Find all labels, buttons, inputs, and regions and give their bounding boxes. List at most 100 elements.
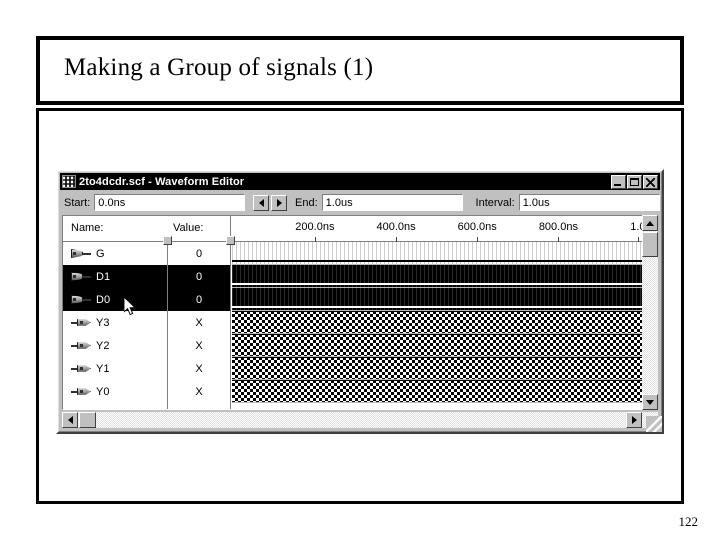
ruler-tick-label: 800.0ns [538, 221, 578, 233]
resize-grip[interactable] [646, 416, 662, 432]
signal-waveform [232, 311, 657, 334]
minimize-icon [614, 183, 621, 186]
signal-name-cell[interactable]: G [63, 242, 168, 265]
step-back-button[interactable] [253, 194, 270, 211]
scroll-right-button[interactable] [626, 412, 642, 428]
maximize-button[interactable] [627, 174, 642, 189]
window-controls [611, 174, 658, 189]
output-pin-icon [71, 317, 91, 328]
interval-input[interactable]: 1.0us [518, 194, 661, 211]
close-button[interactable] [643, 174, 658, 189]
signal-waveform [232, 380, 657, 403]
vertical-scrollbar-thumb[interactable] [642, 232, 658, 257]
signal-name-cell[interactable]: Y2 [63, 334, 168, 357]
waveform-editor-window: 2to4dcdr.scf - Waveform Editor Start: 0.… [56, 169, 664, 434]
signal-name-cell[interactable]: D1 [63, 265, 168, 288]
arrow-down-icon [646, 399, 654, 405]
signal-row[interactable]: Y1 X [63, 357, 657, 380]
horizontal-scrollbar[interactable] [62, 412, 658, 428]
signal-name-cell[interactable]: Y1 [63, 357, 168, 380]
signal-value-cell: 0 [195, 247, 203, 260]
horizontal-scrollbar-thumb[interactable] [79, 412, 96, 428]
end-input[interactable]: 1.0us [321, 194, 463, 211]
arrow-left-icon [67, 416, 73, 424]
input-pin-icon [71, 248, 91, 259]
arrow-left-icon [258, 198, 264, 207]
window-titlebar[interactable]: 2to4dcdr.scf - Waveform Editor [60, 173, 660, 190]
start-label: Start: [64, 196, 91, 209]
waveform-editor-icon [62, 175, 76, 188]
output-pin-icon [71, 340, 91, 351]
row-separator [232, 402, 657, 403]
maximize-icon [630, 177, 639, 186]
ruler-tick-label: 200.0ns [295, 221, 335, 233]
scroll-left-button[interactable] [62, 412, 78, 428]
signal-value-cell: X [195, 385, 203, 398]
signal-row[interactable]: D1 0 [63, 265, 657, 288]
signal-waveform-cell[interactable] [232, 242, 657, 265]
time-step-buttons [253, 194, 288, 211]
signal-row[interactable]: G0 [63, 242, 657, 265]
name-divider-handle[interactable] [163, 236, 172, 245]
signal-rows: G 0 D1 0 D0 0 Y3 X Y2 X Y1 X Y0 X [63, 242, 657, 409]
input-pin-icon [71, 271, 91, 282]
arrow-right-icon [631, 416, 637, 424]
interval-label: Interval: [475, 196, 515, 209]
output-pin-icon [71, 363, 91, 374]
signal-waveform-cell[interactable] [232, 288, 657, 311]
signal-value-cell: X [195, 339, 203, 352]
signal-waveform-cell[interactable] [232, 380, 657, 403]
signal-value-cell: X [195, 316, 203, 329]
signal-row[interactable]: Y2 X [63, 334, 657, 357]
vertical-scrollbar[interactable] [642, 215, 658, 410]
window-title: 2to4dcdr.scf - Waveform Editor [79, 175, 245, 188]
signal-value-cell: 0 [168, 288, 230, 311]
page-number: 122 [678, 514, 699, 529]
signal-waveform-cell[interactable] [232, 357, 657, 380]
signal-name-cell[interactable]: Y0 [63, 380, 168, 403]
signal-waveform-cell[interactable] [232, 311, 657, 334]
minimize-button[interactable] [611, 174, 626, 189]
signal-value-cell: X [195, 362, 203, 375]
signal-waveform [232, 265, 657, 288]
signal-row[interactable]: Y0 X [63, 380, 657, 403]
signal-name-cell[interactable]: D0 [63, 288, 168, 311]
waveform-client-area: Name: Value: 200.0ns 400.0ns 600.0ns 800.0n… [62, 215, 658, 410]
time-ruler: 200.0ns 400.0ns 600.0ns 800.0ns 1.0 [232, 216, 657, 242]
signal-row[interactable]: D0 0 [63, 288, 657, 311]
signal-value-cell: 0 [168, 265, 230, 288]
signal-name-label: Y1 [96, 362, 110, 375]
ruler-tick-label: 600.0ns [457, 221, 497, 233]
signal-row[interactable]: Y3 X [63, 311, 657, 334]
name-column-header: Name: [71, 222, 104, 234]
output-pin-icon [71, 386, 91, 397]
slide-title-box: Making a Group of signals (1) [36, 36, 684, 105]
scroll-up-button[interactable] [642, 215, 658, 231]
arrow-right-icon [276, 198, 282, 207]
start-input[interactable]: 0.0ns [94, 194, 246, 211]
close-icon [646, 177, 655, 187]
value-divider-handle[interactable] [226, 236, 235, 245]
signal-waveform [232, 288, 657, 311]
time-toolbar: Start: 0.0ns End: 1.0us Interval: 1.0us [60, 192, 661, 213]
arrow-up-icon [646, 220, 654, 226]
signal-name-label: Y2 [96, 339, 110, 352]
step-forward-button[interactable] [271, 194, 288, 211]
signal-waveform-cell[interactable] [232, 334, 657, 357]
end-label: End: [295, 196, 318, 209]
signal-name-cell[interactable]: Y3 [63, 311, 168, 334]
column-header-row: Name: Value: 200.0ns 400.0ns 600.0ns 800.0n… [63, 216, 657, 242]
name-divider-line [167, 238, 168, 409]
signal-waveform [232, 242, 657, 265]
input-pin-icon [71, 294, 91, 305]
signal-name-label: Y3 [96, 316, 110, 329]
page-title: Making a Group of signals (1) [64, 54, 374, 81]
signal-name-label: D0 [96, 293, 111, 306]
value-column-header: Value: [173, 222, 204, 234]
scroll-down-button[interactable] [642, 394, 658, 410]
signal-name-label: Y0 [96, 385, 110, 398]
signal-waveform-cell[interactable] [232, 265, 657, 288]
signal-waveform [232, 357, 657, 380]
signal-name-label: G [96, 247, 105, 260]
signal-name-label: D1 [96, 270, 111, 283]
